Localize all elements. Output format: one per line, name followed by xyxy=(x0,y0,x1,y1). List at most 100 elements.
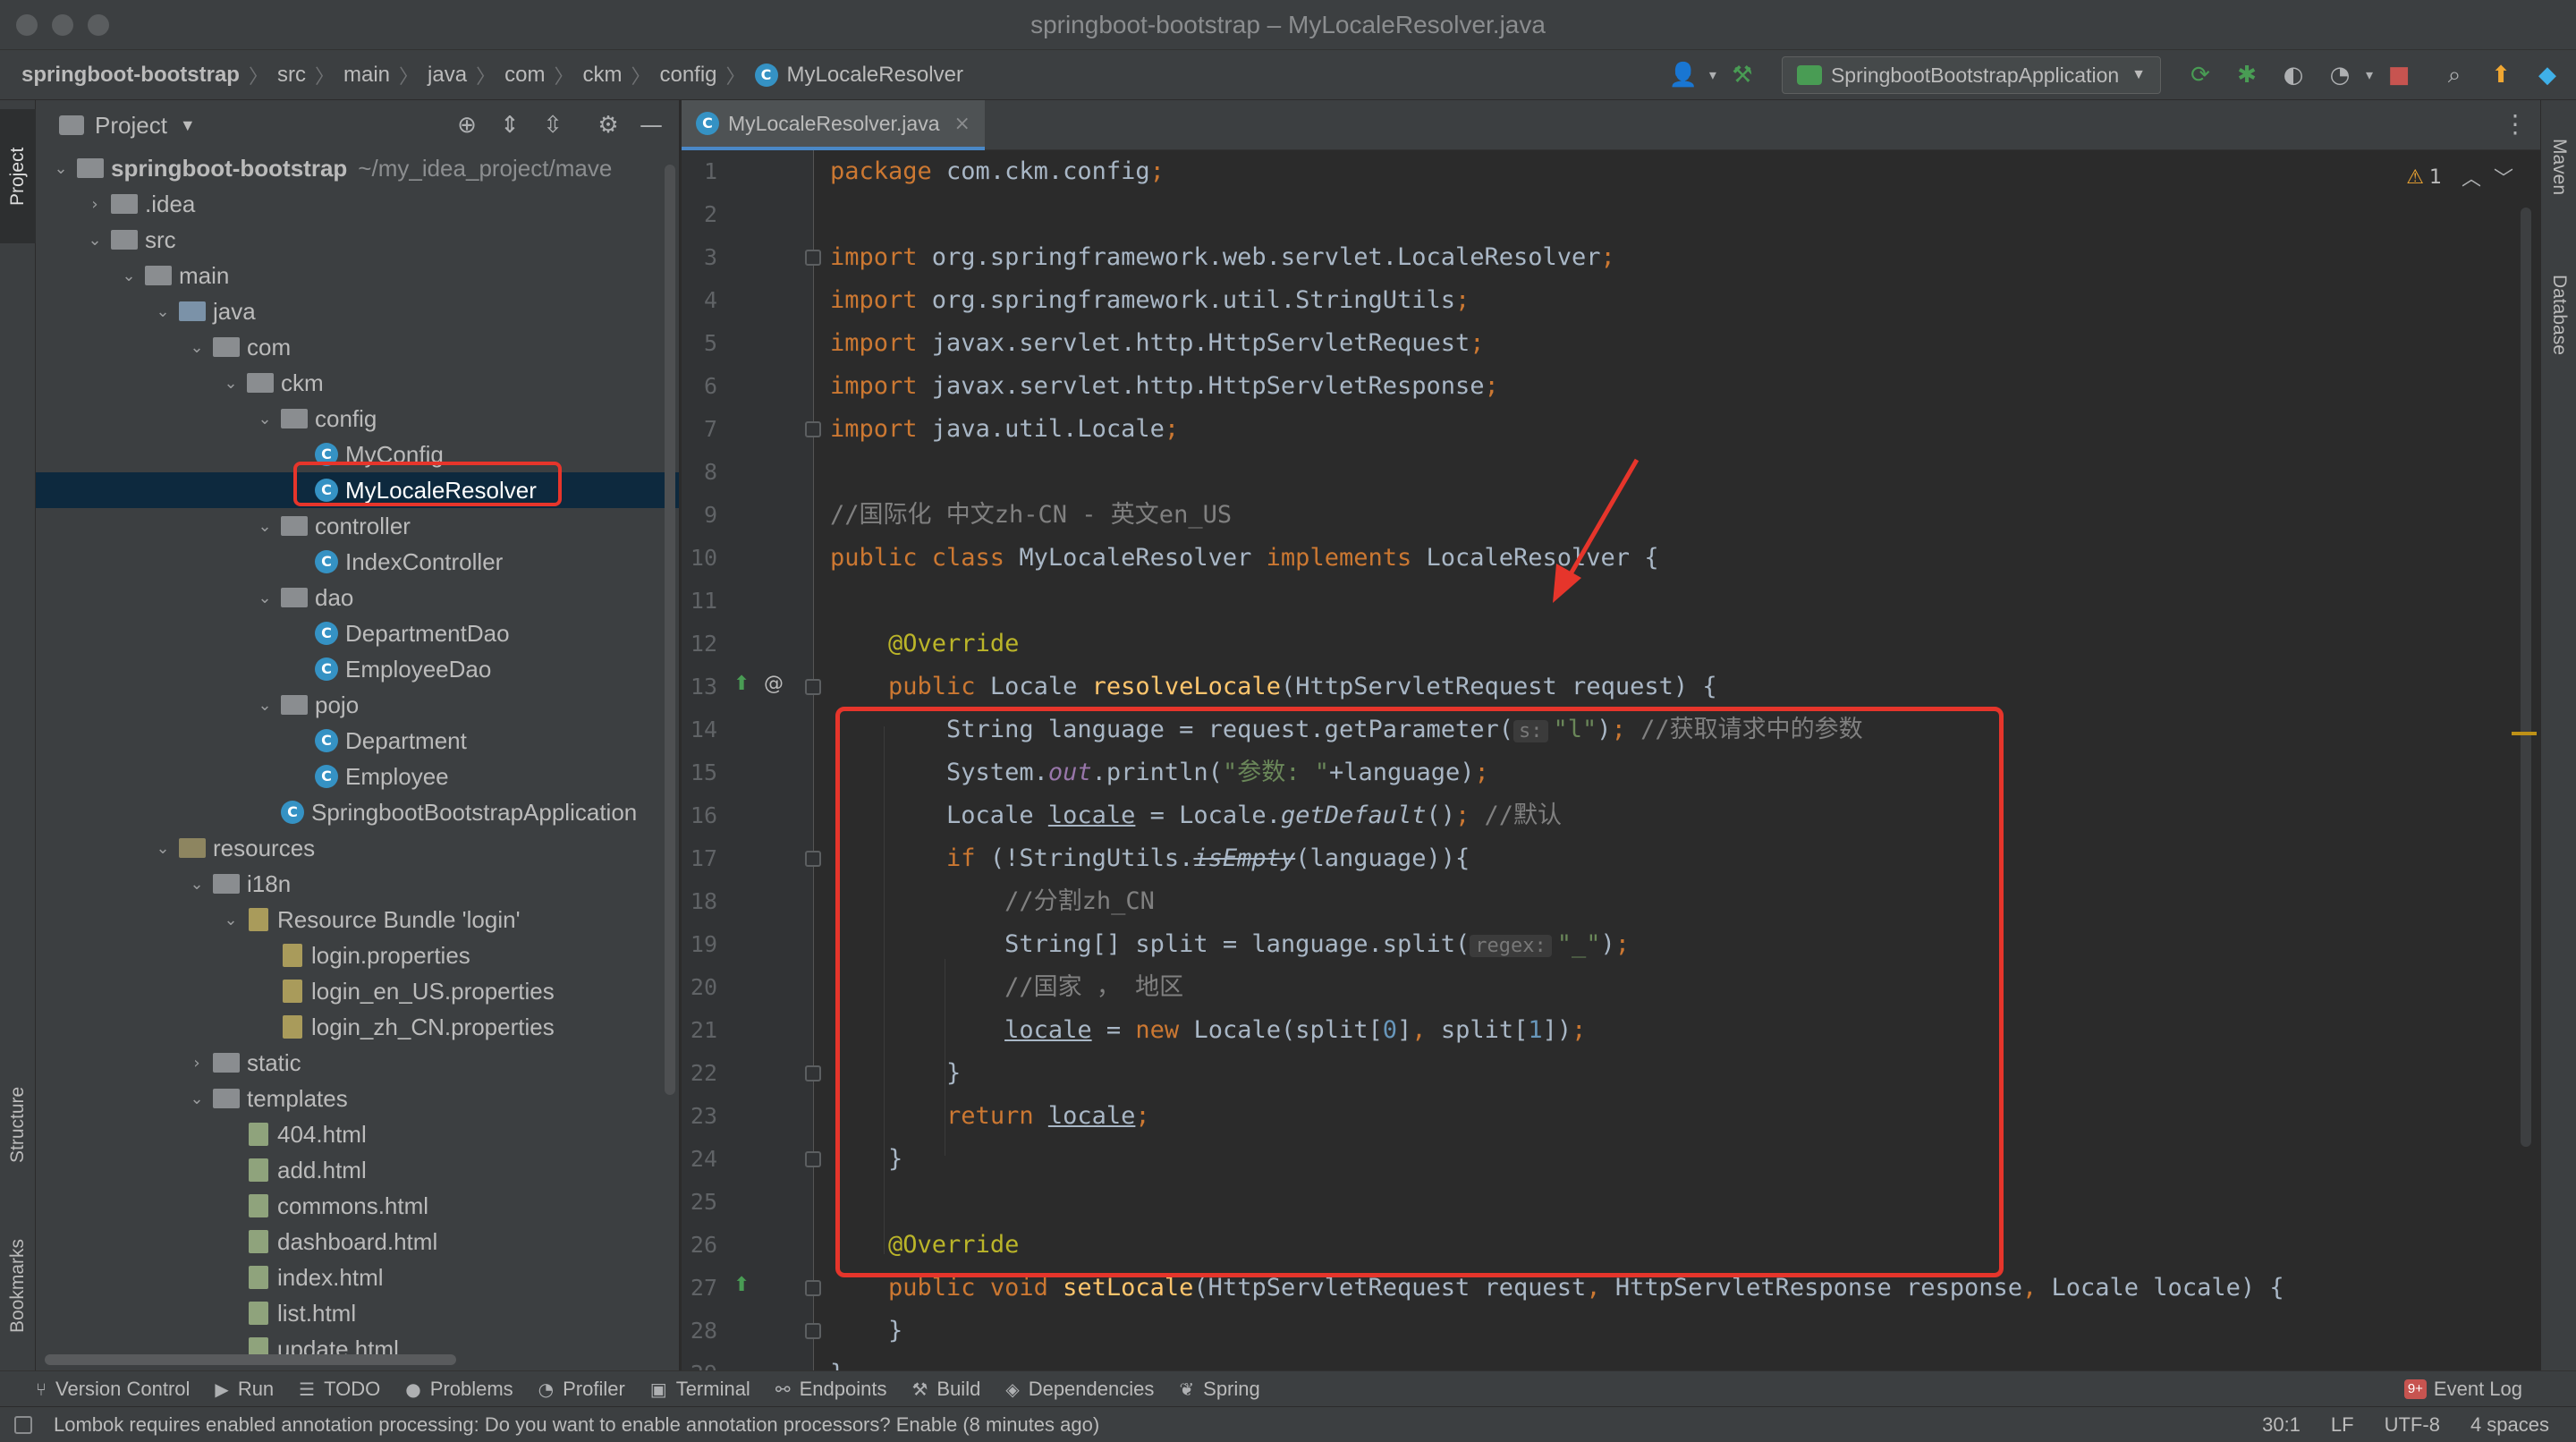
override-marker-icon[interactable]: ⬆ xyxy=(733,673,750,695)
tree-item[interactable]: ›login_zh_CN.properties xyxy=(36,1009,679,1045)
tree-item[interactable]: ›404.html xyxy=(36,1116,679,1152)
event-log-button[interactable]: 9+ Event Log xyxy=(2403,1371,2522,1407)
tree-item[interactable]: › .idea xyxy=(36,186,679,222)
chevron-down-icon[interactable]: ⌄ xyxy=(152,302,174,321)
tool-window-dependencies[interactable]: ◈ Dependencies xyxy=(1005,1378,1154,1401)
chevron-down-icon[interactable]: ﹀ xyxy=(2494,163,2513,191)
breadcrumb-item[interactable]: MyLocaleResolver xyxy=(787,63,963,88)
close-icon[interactable]: × xyxy=(954,113,970,135)
tree-item[interactable]: ⌄ Resource Bundle 'login' xyxy=(36,902,679,937)
fold-marker-icon[interactable] xyxy=(805,1323,821,1339)
tree-item[interactable]: ›commons.html xyxy=(36,1188,679,1224)
tree-item[interactable]: ⌄ com xyxy=(36,329,679,365)
breadcrumb-item[interactable]: src xyxy=(277,63,306,88)
code-line[interactable]: 13 public Locale resolveLocale(HttpServl… xyxy=(682,666,2540,708)
chevron-down-icon[interactable]: ⌄ xyxy=(254,410,275,428)
tree-item[interactable]: ⌄ springboot-bootstrap ~/my_idea_project/m… xyxy=(36,150,679,186)
tab-mylocaleresolver[interactable]: C MyLocaleResolver.java × xyxy=(682,100,985,150)
tool-window-problems[interactable]: ● Problems xyxy=(405,1378,513,1401)
tree-item[interactable]: ⌄ i18n xyxy=(36,866,679,902)
warning-stripe-marker[interactable] xyxy=(2512,732,2537,735)
annotation-at-icon[interactable]: @ xyxy=(764,673,784,695)
search-icon[interactable]: ⌕ xyxy=(2438,59,2470,91)
chevron-down-icon[interactable]: ⌄ xyxy=(186,338,208,357)
chevron-up-icon[interactable]: ︿ xyxy=(2462,163,2481,191)
tool-window-todo[interactable]: ☰ TODO xyxy=(299,1378,380,1401)
breadcrumb-item[interactable]: java xyxy=(428,63,467,88)
fold-marker-icon[interactable] xyxy=(805,679,821,695)
tree-item[interactable]: ›index.html xyxy=(36,1260,679,1295)
breadcrumb-item[interactable]: main xyxy=(343,63,390,88)
breadcrumb-item[interactable]: springboot-bootstrap xyxy=(21,63,240,88)
hide-panel-icon[interactable]: — xyxy=(635,109,667,141)
stop-icon[interactable]: ■ xyxy=(2383,59,2415,91)
indent-setting[interactable]: 4 spaces xyxy=(2470,1413,2549,1437)
code-line[interactable]: 7 import java.util.Locale; xyxy=(682,408,2540,451)
project-view-select[interactable]: Project ▼ xyxy=(59,112,196,140)
chevron-down-icon[interactable]: ▾ xyxy=(2363,59,2376,91)
code-line[interactable]: 12 @Override xyxy=(682,623,2540,666)
tree-item[interactable]: ⌄ main xyxy=(36,258,679,293)
tree-item[interactable]: ⌄ dao xyxy=(36,580,679,615)
profile-icon[interactable]: ◔ xyxy=(2324,59,2356,91)
run-configuration-select[interactable]: SpringbootBootstrapApplication ▼ xyxy=(1781,56,2161,94)
chevron-down-icon[interactable]: ⌄ xyxy=(186,1090,208,1108)
tool-window-run[interactable]: ▶ Run xyxy=(215,1378,274,1401)
project-vertical-scrollbar[interactable] xyxy=(665,165,675,1095)
tree-item[interactable]: ›add.html xyxy=(36,1152,679,1188)
code-line[interactable]: 6 import javax.servlet.http.HttpServletRe… xyxy=(682,365,2540,408)
status-message[interactable]: Lombok requires enabled annotation proce… xyxy=(54,1413,1099,1437)
update-icon[interactable]: ⬆ xyxy=(2485,59,2517,91)
tree-item[interactable]: ⌄ src xyxy=(36,222,679,258)
chevron-down-icon[interactable]: ⌄ xyxy=(118,267,140,285)
fold-marker-icon[interactable] xyxy=(805,250,821,266)
inspection-widget[interactable]: ⚠ 1 ︿ ﹀ xyxy=(2406,163,2513,191)
tree-item[interactable]: ⌄ templates xyxy=(36,1081,679,1116)
tree-item[interactable]: ›dashboard.html xyxy=(36,1224,679,1260)
file-encoding[interactable]: UTF-8 xyxy=(2385,1413,2440,1437)
tree-item[interactable]: ⌄ ckm xyxy=(36,365,679,401)
coverage-icon[interactable]: ◐ xyxy=(2277,59,2309,91)
bookmarks-tool-tab[interactable]: Bookmarks xyxy=(0,1209,36,1361)
fold-marker-icon[interactable] xyxy=(805,1280,821,1296)
maven-tool-tab[interactable]: Maven xyxy=(2541,109,2576,225)
tree-item[interactable]: ›CSpringbootBootstrapApplication xyxy=(36,794,679,830)
fold-marker-icon[interactable] xyxy=(805,1151,821,1167)
fold-marker-icon[interactable] xyxy=(805,421,821,437)
chevron-down-icon[interactable]: ⌄ xyxy=(50,159,72,178)
tool-window-terminal[interactable]: ▣ Terminal xyxy=(650,1378,750,1401)
chevron-down-icon[interactable]: ▾ xyxy=(1707,59,1719,91)
tree-item[interactable]: ⌄ controller xyxy=(36,508,679,544)
chevron-right-icon[interactable]: › xyxy=(186,1054,208,1073)
breadcrumb-item[interactable]: com xyxy=(504,63,545,88)
tree-item[interactable]: ›CEmployee xyxy=(36,759,679,794)
code-line[interactable]: 2 xyxy=(682,193,2540,236)
code-line[interactable]: 3 import org.springframework.web.servlet.… xyxy=(682,236,2540,279)
tree-item[interactable]: › static xyxy=(36,1045,679,1081)
toggle-tool-windows-icon[interactable] xyxy=(14,1416,32,1434)
tree-item[interactable]: ›CEmployeeDao xyxy=(36,651,679,687)
breadcrumb-item[interactable]: ckm xyxy=(582,63,622,88)
build-hammer-icon[interactable]: ⚒ xyxy=(1726,59,1758,91)
chevron-down-icon[interactable]: ⌄ xyxy=(152,839,174,858)
tree-item[interactable]: ›list.html xyxy=(36,1295,679,1331)
plugin-icon[interactable]: ◆ xyxy=(2531,59,2563,91)
locate-file-icon[interactable]: ⊕ xyxy=(451,109,483,141)
rerun-icon[interactable]: ⟳ xyxy=(2184,59,2216,91)
tree-item[interactable]: ›login.properties xyxy=(36,937,679,973)
code-line[interactable]: 4 import org.springframework.util.StringU… xyxy=(682,279,2540,322)
tool-window-version-control[interactable]: ⑂ Version Control xyxy=(36,1378,190,1401)
line-separator[interactable]: LF xyxy=(2331,1413,2354,1437)
chevron-right-icon[interactable]: › xyxy=(84,195,106,214)
tree-item[interactable]: ⌄ resources xyxy=(36,830,679,866)
tree-item[interactable]: ⌄ config xyxy=(36,401,679,437)
expand-all-icon[interactable]: ⇕ xyxy=(494,109,526,141)
tool-window-profiler[interactable]: ◔ Profiler xyxy=(538,1378,625,1401)
tree-item[interactable]: ›login_en_US.properties xyxy=(36,973,679,1009)
code-line[interactable]: 1 package com.ckm.config; xyxy=(682,150,2540,193)
tree-item[interactable]: ›CDepartmentDao xyxy=(36,615,679,651)
tool-window-build[interactable]: ⚒ Build xyxy=(911,1378,980,1401)
structure-tool-tab[interactable]: Structure xyxy=(0,1048,36,1200)
breadcrumb-item[interactable]: config xyxy=(659,63,716,88)
project-tool-tab[interactable]: Project xyxy=(0,109,36,243)
